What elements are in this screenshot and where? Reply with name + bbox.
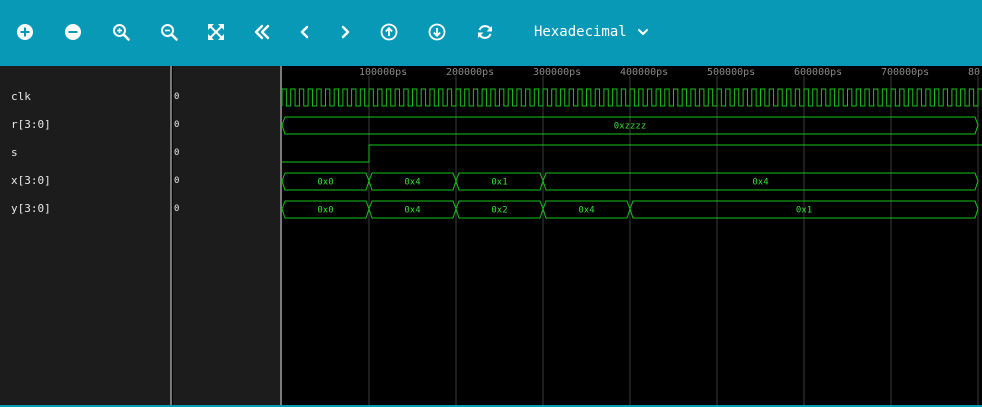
zoom-out-all-button[interactable] — [60, 19, 86, 45]
plus-circle-icon — [17, 24, 33, 40]
time-tick-label: 600000ps — [794, 67, 842, 78]
y-segment-label: 0x4 — [404, 206, 420, 216]
signal-value-s: 0 — [174, 148, 180, 158]
signal-value-y: 0 — [174, 204, 180, 214]
signal-names-panel: clk r[3:0] s x[3:0] y[3:0] — [0, 66, 170, 405]
expand-arrows-icon — [208, 24, 224, 40]
time-tick-label: 80 — [968, 67, 980, 78]
r-segment-label: 0xzzzz — [614, 122, 647, 132]
y-segment-label: 0x0 — [317, 206, 333, 216]
zoom-in-button[interactable] — [108, 19, 134, 45]
radix-label: Hexadecimal — [534, 24, 627, 40]
time-tick-label: 300000ps — [533, 67, 581, 78]
x-segment-label: 0x4 — [404, 178, 420, 188]
waveform-canvas[interactable]: 100000ps 200000ps 300000ps 400000ps 500000ps… — [282, 66, 982, 405]
signal-value-r: 0 — [174, 120, 180, 130]
time-tick-label: 700000ps — [881, 67, 929, 78]
signal-values-panel: 0 0 0 0 0 — [173, 66, 280, 405]
clk-waveform — [282, 88, 982, 107]
refresh-button[interactable] — [472, 19, 498, 45]
y-segment-label: 0x4 — [578, 206, 594, 216]
time-tick-label: 200000ps — [446, 67, 494, 78]
next-edge-button[interactable] — [332, 19, 358, 45]
fit-to-window-button[interactable] — [203, 19, 229, 45]
previous-edge-button[interactable] — [292, 19, 318, 45]
signal-value-clk: 0 — [174, 92, 180, 102]
zoom-in-all-button[interactable] — [12, 19, 38, 45]
signal-name-clk[interactable]: clk — [11, 88, 31, 106]
refresh-icon — [478, 25, 492, 39]
signal-name-s[interactable]: s — [11, 144, 18, 162]
x-segment-label: 0x0 — [317, 178, 333, 188]
chevron-right-icon — [341, 25, 350, 39]
move-signal-down-button[interactable] — [424, 19, 450, 45]
s-waveform — [282, 144, 982, 163]
names-splitter[interactable] — [170, 66, 172, 405]
y-segment-label: 0x1 — [796, 206, 812, 216]
radix-select[interactable]: Hexadecimal — [534, 18, 649, 46]
x-segment-label: 0x4 — [752, 178, 768, 188]
toolbar: Hexadecimal — [0, 0, 982, 66]
chevron-left-icon — [300, 25, 309, 39]
zoom-out-button[interactable] — [156, 19, 182, 45]
move-signal-up-button[interactable] — [376, 19, 402, 45]
arrow-down-circle-icon — [428, 23, 446, 41]
arrow-up-circle-icon — [380, 23, 398, 41]
signal-name-x[interactable]: x[3:0] — [11, 172, 51, 190]
magnify-minus-icon — [161, 24, 178, 41]
magnify-plus-icon — [113, 24, 130, 41]
signal-name-y[interactable]: y[3:0] — [11, 200, 51, 218]
double-chevron-left-icon — [254, 24, 270, 40]
x-segment-label: 0x1 — [491, 178, 507, 188]
time-tick-label: 100000ps — [359, 67, 407, 78]
signal-name-r[interactable]: r[3:0] — [11, 116, 51, 134]
chevron-down-icon — [637, 29, 648, 35]
time-tick-label: 400000ps — [620, 67, 668, 78]
y-segment-label: 0x2 — [491, 206, 507, 216]
signal-value-x: 0 — [174, 176, 180, 186]
minus-circle-icon — [65, 24, 81, 40]
time-tick-label: 500000ps — [707, 67, 755, 78]
go-to-start-button[interactable] — [249, 19, 275, 45]
